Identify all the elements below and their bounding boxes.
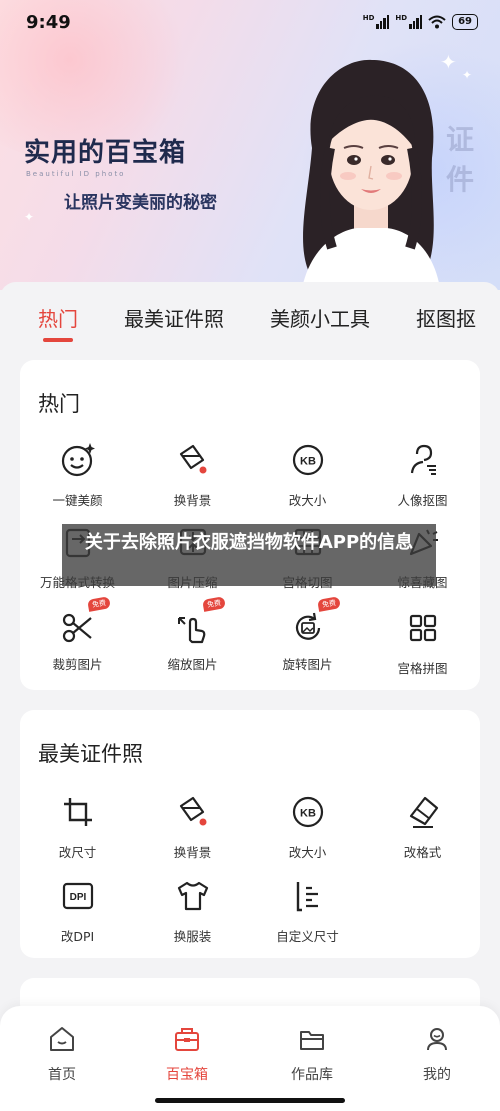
- tool-label: 改尺寸: [58, 845, 97, 860]
- toolbox-icon: [175, 1028, 199, 1051]
- tool-label: 改DPI: [60, 929, 95, 944]
- bottom-navigation: 首页 百宝箱 作品库 我的: [0, 1006, 500, 1111]
- nav-label: 百宝箱: [166, 1067, 208, 1083]
- nav-works-library[interactable]: 作品库: [272, 1024, 352, 1084]
- tool-resize-kb[interactable]: KB 改大小: [250, 792, 365, 861]
- signal-icon: HD: [363, 15, 390, 29]
- tool-change-background[interactable]: 换背景: [135, 440, 250, 509]
- grid-collage-icon: [409, 614, 436, 642]
- tool-rotate-image[interactable]: 免费 旋转图片: [250, 596, 365, 673]
- tab-cutout[interactable]: 抠图抠: [416, 303, 476, 332]
- tool-change-clothes[interactable]: 换服装: [135, 876, 250, 945]
- scissors-icon: [62, 613, 92, 643]
- section-title: 最美证件照: [38, 742, 143, 766]
- free-badge: 免费: [316, 596, 341, 612]
- tool-label: 旋转图片: [282, 657, 333, 672]
- tool-label: 宫格拼图: [397, 661, 448, 676]
- tool-scale-image[interactable]: 免费 缩放图片: [135, 596, 250, 673]
- banner-title: 实用的百宝箱: [24, 138, 187, 168]
- icon-wrap: 免费: [173, 596, 226, 648]
- tool-label: 改大小: [288, 845, 327, 860]
- nav-label: 首页: [48, 1067, 76, 1083]
- tool-label: 改大小: [288, 493, 327, 508]
- kb-icon: KB: [292, 796, 323, 828]
- status-icons: HD HD 69: [363, 14, 478, 30]
- nav-profile[interactable]: 我的: [397, 1024, 477, 1084]
- tool-change-background[interactable]: 换背景: [135, 792, 250, 861]
- tool-grid-collage[interactable]: 宫格拼图: [365, 608, 480, 677]
- section-title: 热门: [38, 392, 80, 416]
- paint-bucket-icon: [179, 796, 206, 826]
- kb-icon: KB: [292, 444, 323, 476]
- tool-crop-image[interactable]: 免费 裁剪图片: [20, 596, 135, 673]
- folder-icon: [300, 1031, 324, 1050]
- tool-label: 换背景: [173, 493, 212, 508]
- category-tabs: 热门 最美证件照 美颜小工具 抠图抠: [0, 282, 500, 352]
- banner-subtitle: 让照片变美丽的秘密: [64, 193, 217, 213]
- nav-label: 作品库: [291, 1067, 333, 1083]
- tool-label: 改格式: [403, 845, 442, 860]
- svg-text:DPI: DPI: [69, 892, 86, 903]
- tool-change-size[interactable]: 改尺寸: [20, 792, 135, 861]
- overlay-caption: 关于去除照片衣服遮挡物软件APP的信息: [62, 524, 436, 586]
- eraser-icon: [409, 796, 438, 828]
- crop-frame-icon: [63, 798, 92, 826]
- svg-text:KB: KB: [300, 456, 316, 468]
- status-bar: 9:49 HD HD 69: [0, 0, 500, 46]
- battery-indicator: 69: [452, 14, 478, 30]
- portrait-illustration: [302, 59, 440, 288]
- person-cutout-icon: [410, 444, 436, 475]
- pinch-zoom-icon: [177, 617, 205, 644]
- tshirt-icon: [177, 881, 208, 911]
- smile-sparkle-icon: [61, 443, 95, 477]
- home-indicator: [155, 1098, 345, 1103]
- tab-best-id-photo[interactable]: 最美证件照: [124, 303, 224, 332]
- tool-change-format[interactable]: 改格式: [365, 792, 480, 861]
- sparkle-icon: ✦: [24, 210, 35, 224]
- id-photo-card: 最美证件照 改尺寸 换背景 KB 改大小 改格式 DPI 改DPI 换服装 自定…: [20, 710, 480, 958]
- icon-wrap: 免费: [288, 596, 341, 648]
- tool-label: 裁剪图片: [52, 657, 103, 672]
- banner-subtitle-en: Beautiful ID photo: [26, 170, 126, 178]
- tool-label: 人像抠图: [397, 493, 448, 508]
- tab-hot[interactable]: 热门: [38, 303, 78, 332]
- home-icon: [50, 1027, 74, 1051]
- nav-toolbox[interactable]: 百宝箱: [147, 1024, 227, 1084]
- tool-label: 自定义尺寸: [276, 929, 339, 944]
- tool-change-dpi[interactable]: DPI 改DPI: [20, 876, 135, 945]
- paint-bucket-icon: [179, 444, 206, 474]
- tool-portrait-cutout[interactable]: 人像抠图: [365, 440, 480, 509]
- tool-label: 缩放图片: [167, 657, 218, 672]
- free-badge: 免费: [86, 596, 111, 612]
- free-badge: 免费: [201, 596, 226, 612]
- sparkle-icon: ✦: [462, 68, 473, 82]
- wifi-icon: [428, 15, 446, 29]
- profile-icon: [427, 1028, 447, 1051]
- icon-wrap: 免费: [58, 596, 111, 648]
- tool-custom-size[interactable]: 自定义尺寸: [250, 876, 365, 945]
- signal-icon: HD: [395, 15, 423, 29]
- tool-label: 换背景: [173, 845, 212, 860]
- tool-resize-kb[interactable]: KB 改大小: [250, 440, 365, 509]
- tool-label: 换服装: [173, 929, 212, 944]
- status-time: 9:49: [26, 12, 71, 33]
- tool-label: 一键美颜: [52, 493, 103, 508]
- nav-label: 我的: [423, 1067, 451, 1083]
- tool-one-click-beauty[interactable]: 一键美颜: [20, 440, 135, 509]
- nav-home[interactable]: 首页: [22, 1024, 102, 1084]
- dpi-icon: DPI: [62, 882, 93, 910]
- tab-beauty-tools[interactable]: 美颜小工具: [270, 303, 370, 332]
- svg-text:KB: KB: [300, 808, 316, 820]
- ruler-icon: [296, 882, 318, 912]
- rotate-image-icon: [295, 612, 320, 640]
